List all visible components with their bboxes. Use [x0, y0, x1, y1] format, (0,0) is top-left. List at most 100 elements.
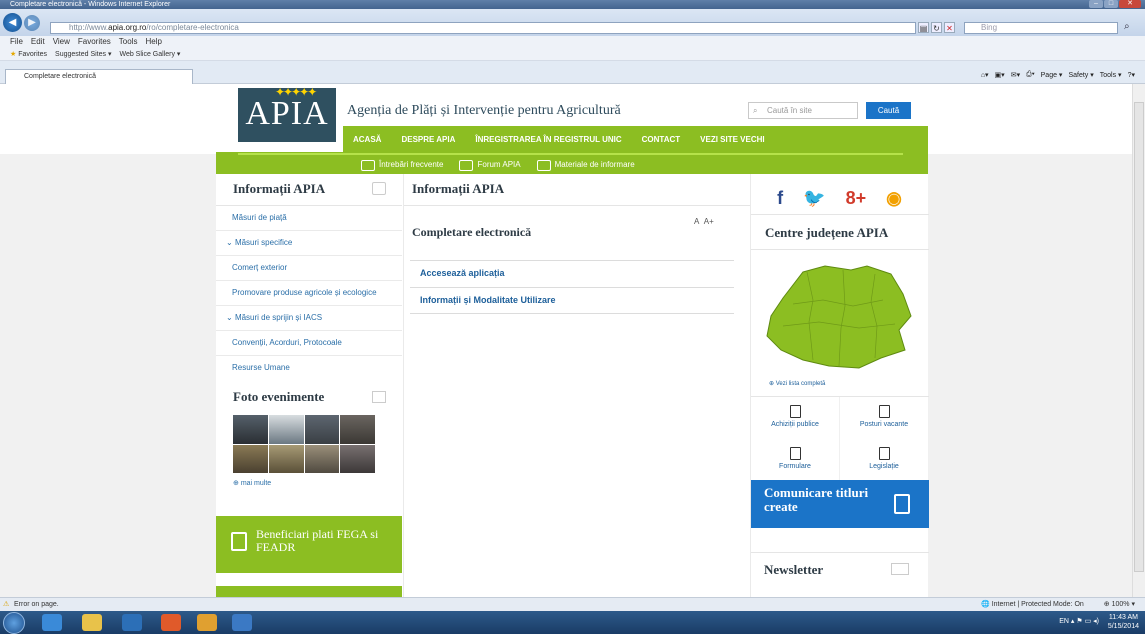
nav-despre[interactable]: DESPRE APIA [401, 135, 455, 144]
home-icon[interactable]: ⌂▾ [981, 71, 989, 79]
photo-thumb[interactable] [340, 444, 375, 473]
chrome-icon[interactable] [161, 614, 181, 631]
page-menu[interactable]: Page ▾ [1041, 71, 1063, 79]
nav-contact[interactable]: CONTACT [642, 135, 681, 144]
sidebar-item-comert[interactable]: Comerț exterior [216, 256, 402, 281]
mail-icon[interactable]: ✉▾ [1011, 71, 1020, 79]
photo-thumb[interactable] [268, 415, 304, 444]
sidebar-item-resurse[interactable]: Resurse Umane [216, 356, 402, 381]
subnav-forum[interactable]: Forum APIA [459, 158, 521, 172]
menu-view[interactable]: View [53, 36, 70, 48]
font-larger-button[interactable]: A+ [704, 217, 714, 226]
print-icon[interactable]: ⎙▾ [1026, 71, 1035, 79]
folder-icon[interactable] [197, 614, 217, 631]
safety-menu[interactable]: Safety ▾ [1068, 71, 1093, 79]
apia-logo[interactable]: ✦✦✦✦✦ APIA [238, 86, 336, 142]
maximize-button[interactable]: □ [1104, 0, 1118, 8]
clock[interactable]: 11:43 AM 5/15/2014 [1108, 613, 1139, 631]
agency-name: Agenția de Plăți și Intervenție pentru A… [347, 103, 621, 118]
explorer-icon[interactable] [82, 614, 102, 631]
photo-gallery[interactable] [233, 415, 375, 473]
scrollbar-thumb[interactable] [1134, 102, 1144, 572]
quick-links: Achiziții publice Posturi vacante Formul… [751, 396, 929, 480]
menu-edit[interactable]: Edit [31, 36, 45, 48]
window-icon[interactable] [232, 614, 252, 631]
menu-file[interactable]: File [10, 36, 23, 48]
quick-legislatie[interactable]: Legislație [840, 438, 929, 480]
sidebar-item-conventii[interactable]: Convenții, Acorduri, Protocoale [216, 331, 402, 356]
favorites-button[interactable]: ★ Favorites [10, 48, 47, 60]
tab-active[interactable]: Completare electronică [5, 69, 193, 84]
favorites-item-suggested[interactable]: Suggested Sites ▾ [55, 48, 111, 60]
sidebar-item-masuri-piata[interactable]: Măsuri de piață [216, 206, 402, 231]
browser-search-input[interactable]: Bing [964, 22, 1118, 34]
close-button[interactable]: ✕ [1119, 0, 1141, 8]
status-right: 🌐 Internet | Protected Mode: On ⊕ 100% ▾ [981, 598, 1135, 611]
globe-icon: 🌐 [981, 601, 992, 608]
help-icon[interactable]: ?▾ [1128, 71, 1135, 79]
sidebar-item-masuri-specifice[interactable]: ⌄ Măsuri specifice [216, 231, 402, 256]
newsletter-heading: Newsletter [751, 552, 929, 588]
plus-circle-icon: ⊕ [769, 381, 776, 387]
rss-icon[interactable]: ◉ [886, 188, 902, 209]
app-icon[interactable] [122, 614, 142, 631]
refresh-icon[interactable]: ↻ [931, 22, 942, 33]
site-search-button[interactable]: Caută [866, 102, 911, 119]
beneficiari-banner[interactable]: Beneficiari plati FEGA si FEADR [216, 516, 402, 573]
more-photos-link[interactable]: ⊕ mai multe [233, 479, 271, 487]
warning-icon: ⚠ [3, 601, 10, 608]
nav-registru[interactable]: ÎNREGISTRAREA ÎN REGISTRUL UNIC [475, 135, 621, 144]
feeds-icon[interactable]: ▣▾ [995, 71, 1005, 79]
subnav-faq[interactable]: Întrebări frecvente [361, 158, 443, 172]
search-icon[interactable]: ⌕ [1124, 21, 1130, 32]
twitter-icon[interactable]: 🐦 [803, 188, 825, 209]
photo-thumb[interactable] [304, 444, 340, 473]
form-icon [789, 446, 801, 460]
ie-icon[interactable] [42, 614, 62, 631]
photo-thumb[interactable] [233, 444, 268, 473]
photo-thumb[interactable] [233, 415, 268, 444]
google-plus-icon[interactable]: 8+ [846, 188, 867, 209]
start-button[interactable] [3, 612, 25, 634]
vertical-scrollbar[interactable] [1132, 84, 1145, 597]
quick-posturi[interactable]: Posturi vacante [840, 397, 929, 439]
font-smaller-button[interactable]: A [694, 217, 699, 226]
nav-acasa[interactable]: ACASĂ [353, 135, 381, 144]
sidebar-item-promovare[interactable]: Promovare produse agricole și ecologice [216, 281, 402, 306]
green-banner[interactable] [216, 586, 402, 597]
minimize-button[interactable]: – [1089, 0, 1103, 8]
facebook-icon[interactable]: f [777, 188, 783, 209]
plus-circle-icon: ⊕ [233, 480, 241, 487]
photo-thumb[interactable] [340, 415, 375, 444]
romania-map[interactable] [763, 264, 915, 372]
favorites-item-webslice[interactable]: Web Slice Gallery ▾ [119, 48, 180, 60]
address-input[interactable]: http://www.apia.org.ro/ro/completare-ele… [50, 22, 916, 34]
vezi-lista-link[interactable]: ⊕ Vezi lista completă [769, 380, 825, 387]
chevron-down-icon: ⌄ [226, 238, 235, 247]
stop-icon[interactable]: ✕ [944, 22, 955, 33]
tools-menu[interactable]: Tools ▾ [1100, 71, 1122, 79]
subnav-materiale[interactable]: Materiale de informare [536, 158, 635, 172]
comunicare-banner[interactable]: Comunicare titluri create [751, 480, 929, 528]
forward-button[interactable]: ▶ [24, 15, 40, 31]
window-title: Completare electronică - Windows Interne… [10, 1, 171, 8]
menu-favorites[interactable]: Favorites [78, 36, 111, 48]
main-nav: ACASĂ DESPRE APIA ÎNREGISTRAREA ÎN REGIS… [343, 126, 928, 152]
menu-help[interactable]: Help [145, 36, 161, 48]
quick-formulare[interactable]: Formulare [751, 438, 840, 480]
link-acceseaza[interactable]: Accesează aplicația [410, 260, 734, 287]
link-informatii[interactable]: Informații și Modalitate Utilizare [410, 287, 734, 314]
site-search-input[interactable]: ⌕ Caută în site [748, 102, 858, 119]
photo-heading: Foto evenimente [216, 379, 402, 415]
menu-tools[interactable]: Tools [119, 36, 138, 48]
status-error[interactable]: Error on page. [14, 601, 59, 608]
sidebar-item-iacs[interactable]: ⌄ Măsuri de sprijin și IACS [216, 306, 402, 331]
zoom-control[interactable]: ⊕ 100% ▾ [1104, 598, 1135, 611]
chevron-down-icon: ⌄ [226, 313, 235, 322]
photo-thumb[interactable] [268, 444, 304, 473]
nav-site-vechi[interactable]: VEZI SITE VECHI [700, 135, 764, 144]
back-button[interactable]: ◀ [3, 13, 22, 32]
quick-achizitii[interactable]: Achiziții publice [751, 397, 840, 439]
photo-thumb[interactable] [304, 415, 340, 444]
compat-view-icon[interactable]: ▤ [918, 22, 929, 33]
